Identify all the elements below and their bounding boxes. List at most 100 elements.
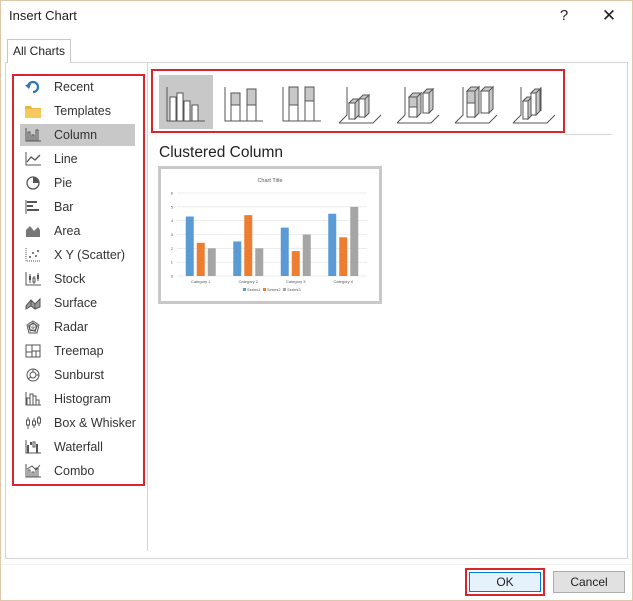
gallery-separator <box>565 134 612 135</box>
y-tick-label: 2 <box>171 246 174 251</box>
category-box-whisker[interactable]: Box & Whisker <box>20 412 136 434</box>
help-button[interactable]: ? <box>552 5 576 27</box>
category-recent[interactable]: Recent <box>20 76 135 98</box>
category-templates[interactable]: Templates <box>20 100 135 122</box>
category-label: Radar <box>54 320 89 334</box>
folder-icon <box>25 106 41 118</box>
clustered-column-icon <box>166 87 205 122</box>
close-button[interactable]: ✕ <box>597 5 621 27</box>
category-label: Histogram <box>54 392 111 406</box>
category-label: Box & Whisker <box>54 416 136 430</box>
category-label: Bar <box>54 200 74 214</box>
bar <box>328 213 337 276</box>
y-tick-label: 4 <box>171 218 174 223</box>
subtype-3d-clustered-column[interactable] <box>333 75 387 129</box>
category-area[interactable]: Area <box>20 220 135 242</box>
subtype-3d-stacked-column[interactable] <box>391 75 445 129</box>
area-chart-icon <box>26 226 40 237</box>
3d-stacked-column-icon <box>396 87 440 124</box>
x-tick-label: Category 4 <box>333 279 353 284</box>
subtype-100-stacked-column[interactable] <box>275 75 329 129</box>
tab-all-charts[interactable]: All Charts <box>7 39 71 63</box>
preview-chart: Chart Title 0 1 2 3 4 5 6 Category 1 Category 2 Ca… <box>171 178 367 292</box>
category-radar[interactable]: Radar <box>20 316 135 338</box>
subtype-3d-100-stacked-column[interactable] <box>449 75 503 129</box>
treemap-chart-icon <box>25 344 41 358</box>
category-waterfall[interactable]: Waterfall <box>20 436 135 458</box>
bar <box>291 251 300 276</box>
subtype-clustered-column[interactable] <box>159 75 213 129</box>
chart-title: Chart Title <box>257 178 282 184</box>
insert-chart-dialog: Insert Chart ? ✕ All Charts Recent Templ… <box>0 0 633 601</box>
category-label: Surface <box>54 296 98 310</box>
bar <box>196 242 205 276</box>
category-label: Line <box>54 152 78 166</box>
category-bar[interactable]: Bar <box>20 196 135 218</box>
category-label: Area <box>54 224 81 238</box>
category-label: Stock <box>54 272 86 286</box>
sunburst-chart-icon <box>26 368 40 382</box>
category-label: Recent <box>54 80 94 94</box>
subtype-title: Clustered Column <box>159 144 284 161</box>
bar <box>255 248 264 276</box>
x-tick-label: Category 2 <box>238 279 258 284</box>
bar <box>302 234 311 276</box>
y-tick-label: 0 <box>171 274 174 279</box>
x-tick-label: Category 1 <box>191 279 211 284</box>
footer-divider <box>1 564 632 565</box>
y-tick-label: 6 <box>171 191 174 196</box>
category-label: Column <box>54 128 98 142</box>
recent-icon <box>25 80 40 94</box>
column-chart-icon <box>25 128 41 142</box>
3d-clustered-column-icon <box>338 87 382 124</box>
bar-chart-icon <box>25 200 39 214</box>
3d-column-icon <box>512 87 556 124</box>
ok-button-highlight: OK <box>465 568 545 596</box>
bar <box>233 241 242 276</box>
category-line[interactable]: Line <box>20 148 135 170</box>
category-column[interactable]: Column <box>20 124 135 146</box>
category-xy-scatter[interactable]: X Y (Scatter) <box>20 244 135 266</box>
category-combo[interactable]: Combo <box>20 460 135 482</box>
bar <box>280 227 289 276</box>
chart-preview[interactable]: Chart Title 0 1 2 3 4 5 6 Category 1 Category 2 Ca… <box>158 166 382 304</box>
category-label: Sunburst <box>54 368 105 382</box>
100-stacked-column-icon <box>282 86 321 122</box>
scatter-chart-icon <box>25 248 41 262</box>
category-treemap[interactable]: Treemap <box>20 340 135 362</box>
legend-swatch <box>283 288 286 291</box>
category-pie[interactable]: Pie <box>20 172 135 194</box>
y-tick-label: 3 <box>171 232 174 237</box>
3d-100-stacked-column-icon <box>454 85 498 124</box>
box-whisker-chart-icon <box>26 416 41 429</box>
panel-divider <box>147 63 148 551</box>
subtype-3d-column[interactable] <box>507 75 561 129</box>
category-sunburst[interactable]: Sunburst <box>20 364 135 386</box>
histogram-chart-icon <box>25 392 41 406</box>
waterfall-chart-icon <box>25 440 41 454</box>
category-label: Treemap <box>54 344 104 358</box>
chart-category-list: Recent Templates Column Line Pie Bar Are… <box>12 74 145 486</box>
legend-swatch <box>263 288 266 291</box>
category-surface[interactable]: Surface <box>20 292 135 314</box>
bar <box>339 237 348 276</box>
radar-chart-icon <box>26 320 40 334</box>
legend-swatch <box>243 288 246 291</box>
legend-label: Series1 <box>247 287 261 292</box>
category-stock[interactable]: Stock <box>20 268 135 290</box>
category-label: Waterfall <box>54 440 103 454</box>
legend-label: Series3 <box>287 287 301 292</box>
bar <box>244 215 253 276</box>
pie-chart-icon <box>26 176 40 190</box>
surface-chart-icon <box>25 297 41 310</box>
subtype-stacked-column[interactable] <box>217 75 271 129</box>
bar <box>207 248 216 276</box>
cancel-button[interactable]: Cancel <box>553 571 625 593</box>
ok-button[interactable]: OK <box>469 572 541 592</box>
category-label: Pie <box>54 176 73 190</box>
stock-chart-icon <box>25 272 41 286</box>
legend-label: Series2 <box>267 287 281 292</box>
bar <box>350 206 359 276</box>
combo-chart-icon <box>25 464 41 478</box>
category-histogram[interactable]: Histogram <box>20 388 135 410</box>
